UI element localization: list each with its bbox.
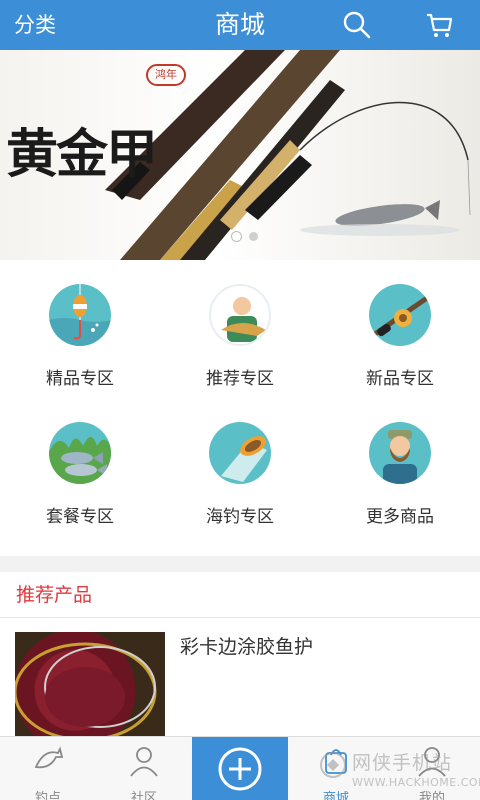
banner-pagination[interactable] [232,232,258,241]
brand-logo: 黄金甲 [6,124,158,185]
tab-add-button[interactable] [192,737,288,800]
product-image [15,632,165,738]
tab-mine[interactable]: 我的 [384,737,480,800]
header-bar: 分类 商城 [0,0,480,50]
bottom-tab-bar: 钓点 社区 商城 我的 [0,736,480,800]
tab-fishing-spot[interactable]: 钓点 [0,737,96,800]
pagination-dot[interactable] [232,232,241,241]
boat-icon [209,422,271,484]
shop-icon [325,749,347,774]
float-bobber-icon [49,284,111,346]
category-label: 套餐专区 [46,507,114,527]
category-label: 海钓专区 [206,507,274,527]
fishing-reel-icon [369,284,431,346]
category-item-premium[interactable]: 精品专区 [0,260,160,400]
bearded-man-icon [369,422,431,484]
fish-pair-icon [49,422,111,484]
category-label: 新品专区 [366,369,434,389]
user-icon [418,747,446,777]
product-name: 彩卡边涂胶鱼护 [180,636,314,658]
page-title: 商城 [214,10,265,39]
brand-seal: 鸿年 [146,64,186,86]
tab-label: 我的 [418,791,445,800]
category-label: 更多商品 [366,507,434,527]
tab-label: 商城 [322,791,349,800]
cart-icon[interactable] [414,0,464,50]
tab-mall[interactable]: 商城 [288,737,384,800]
fish-icon [34,746,64,769]
category-label: 精品专区 [46,369,114,389]
pagination-dot[interactable] [249,232,258,241]
tab-label: 社区 [130,791,157,800]
tab-label: 钓点 [34,791,61,800]
category-item-recommend[interactable]: 推荐专区 [160,260,320,400]
category-button[interactable]: 分类 [14,0,56,50]
people-icon [130,747,158,777]
section-header: 推荐产品 [0,572,480,618]
category-item-new[interactable]: 新品专区 [320,260,480,400]
category-item-more[interactable]: 更多商品 [320,398,480,538]
category-item-combo[interactable]: 套餐专区 [0,398,160,538]
fisherman-icon [209,284,271,346]
plus-circle-icon [218,747,262,791]
search-icon[interactable] [332,0,382,50]
promo-banner[interactable]: 黄金甲 鸿年 [0,50,480,260]
category-grid: 精品专区 推荐专区 新品专区 套餐专区 海钓专区 更多商品 [0,260,480,556]
tab-community[interactable]: 社区 [96,737,192,800]
category-label: 推荐专区 [206,369,274,389]
product-card[interactable]: 彩卡边涂胶鱼护 [0,618,480,738]
category-item-sea[interactable]: 海钓专区 [160,398,320,538]
section-title: 推荐产品 [16,584,93,606]
